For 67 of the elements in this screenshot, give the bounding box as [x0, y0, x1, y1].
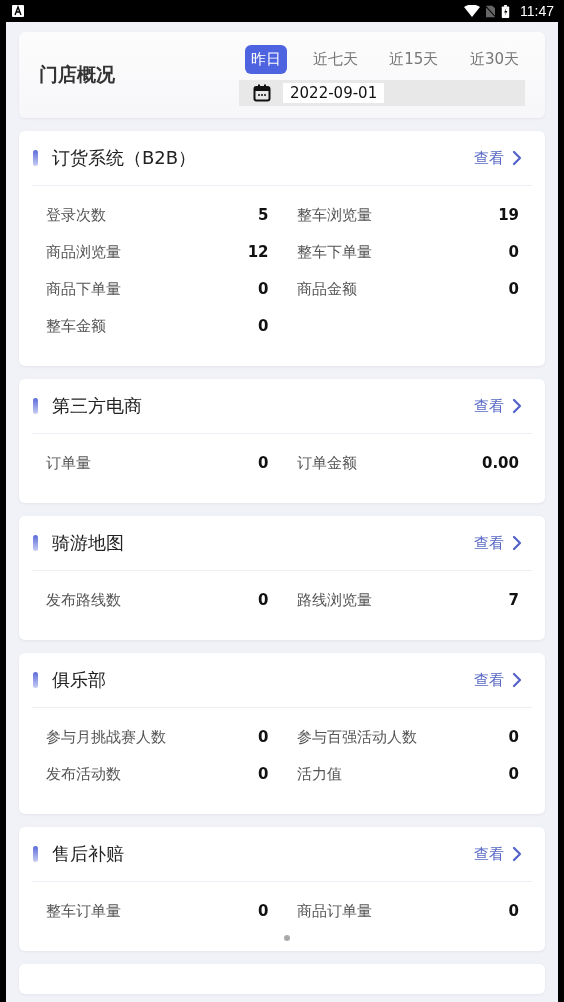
- view-link[interactable]: 查看: [474, 670, 504, 690]
- stat-value: 19: [498, 206, 519, 224]
- clock-time: 11:47: [520, 3, 554, 19]
- stat-value: 0: [508, 728, 519, 746]
- title-accent-bar: [33, 846, 38, 862]
- section-title: 订货系统（B2B）: [52, 146, 198, 170]
- chevron-right-icon[interactable]: [512, 672, 522, 688]
- section-title: 第三方电商: [52, 394, 143, 418]
- stat-label: 整车订单量: [46, 901, 121, 921]
- range-tab[interactable]: 近七天: [306, 44, 364, 74]
- stat-label: 发布路线数: [46, 590, 121, 610]
- stat-value: 0: [258, 317, 269, 335]
- stat-label: 订单量: [46, 453, 91, 473]
- no-sim-icon: [486, 4, 495, 18]
- notification-icon: [12, 5, 24, 17]
- stat-label: 商品金额: [296, 279, 357, 299]
- stat-label: 参与月挑战赛人数: [46, 727, 166, 747]
- title-accent-bar: [33, 672, 38, 688]
- battery-icon: [501, 4, 510, 18]
- stat-label: 参与百强活动人数: [296, 727, 417, 747]
- stat-label: 商品浏览量: [46, 242, 121, 262]
- stat-label: 商品下单量: [46, 279, 121, 299]
- stat-value: 0: [508, 243, 519, 261]
- range-tab[interactable]: 近15天: [383, 44, 445, 74]
- section-title: 售后补赔: [52, 842, 125, 866]
- section-title: 俱乐部: [52, 668, 107, 692]
- view-link[interactable]: 查看: [474, 396, 504, 416]
- title-accent-bar: [33, 535, 38, 551]
- title-accent-bar: [33, 398, 38, 414]
- wifi-icon: [464, 5, 480, 17]
- range-tab[interactable]: 昨日: [245, 44, 287, 74]
- stat-label: 发布活动数: [46, 764, 121, 784]
- stat-value: 0: [258, 591, 269, 609]
- stat-value: 0: [258, 728, 269, 746]
- stat-label: 路线浏览量: [296, 590, 372, 610]
- stat-value: 5: [258, 206, 269, 224]
- range-tab[interactable]: 近30天: [463, 44, 525, 74]
- overview-title: 门店概况: [39, 62, 116, 87]
- section-title: 骑游地图: [52, 531, 125, 555]
- chevron-right-icon[interactable]: [512, 150, 522, 166]
- scroll-dot: [284, 935, 290, 941]
- title-accent-bar: [33, 150, 38, 166]
- view-link[interactable]: 查看: [474, 844, 504, 864]
- stat-value: 12: [247, 243, 269, 261]
- stat-value: 0: [258, 765, 269, 783]
- view-link[interactable]: 查看: [474, 148, 504, 168]
- stat-value: 0: [258, 454, 269, 472]
- stat-label: 商品订单量: [296, 901, 372, 921]
- chevron-right-icon[interactable]: [512, 535, 522, 551]
- stat-value: 0: [258, 902, 269, 920]
- stat-value: 0: [508, 902, 519, 920]
- stat-label: 整车浏览量: [296, 205, 372, 225]
- chevron-right-icon[interactable]: [512, 846, 522, 862]
- stat-value: 0: [508, 280, 519, 298]
- stat-label: 订单金额: [296, 453, 357, 473]
- view-link[interactable]: 查看: [474, 533, 504, 553]
- calendar-icon[interactable]: [253, 83, 271, 102]
- stat-label: 整车金额: [46, 316, 106, 336]
- stat-value: 0.00: [482, 454, 519, 472]
- stat-label: 活力值: [296, 764, 342, 784]
- stat-value: 0: [258, 280, 269, 298]
- stat-label: 整车下单量: [296, 242, 372, 262]
- date-field[interactable]: 2022-09-01: [283, 82, 385, 103]
- stat-label: 登录次数: [46, 205, 106, 225]
- chevron-right-icon[interactable]: [512, 398, 522, 414]
- stat-value: 0: [508, 765, 519, 783]
- stat-value: 7: [508, 591, 519, 609]
